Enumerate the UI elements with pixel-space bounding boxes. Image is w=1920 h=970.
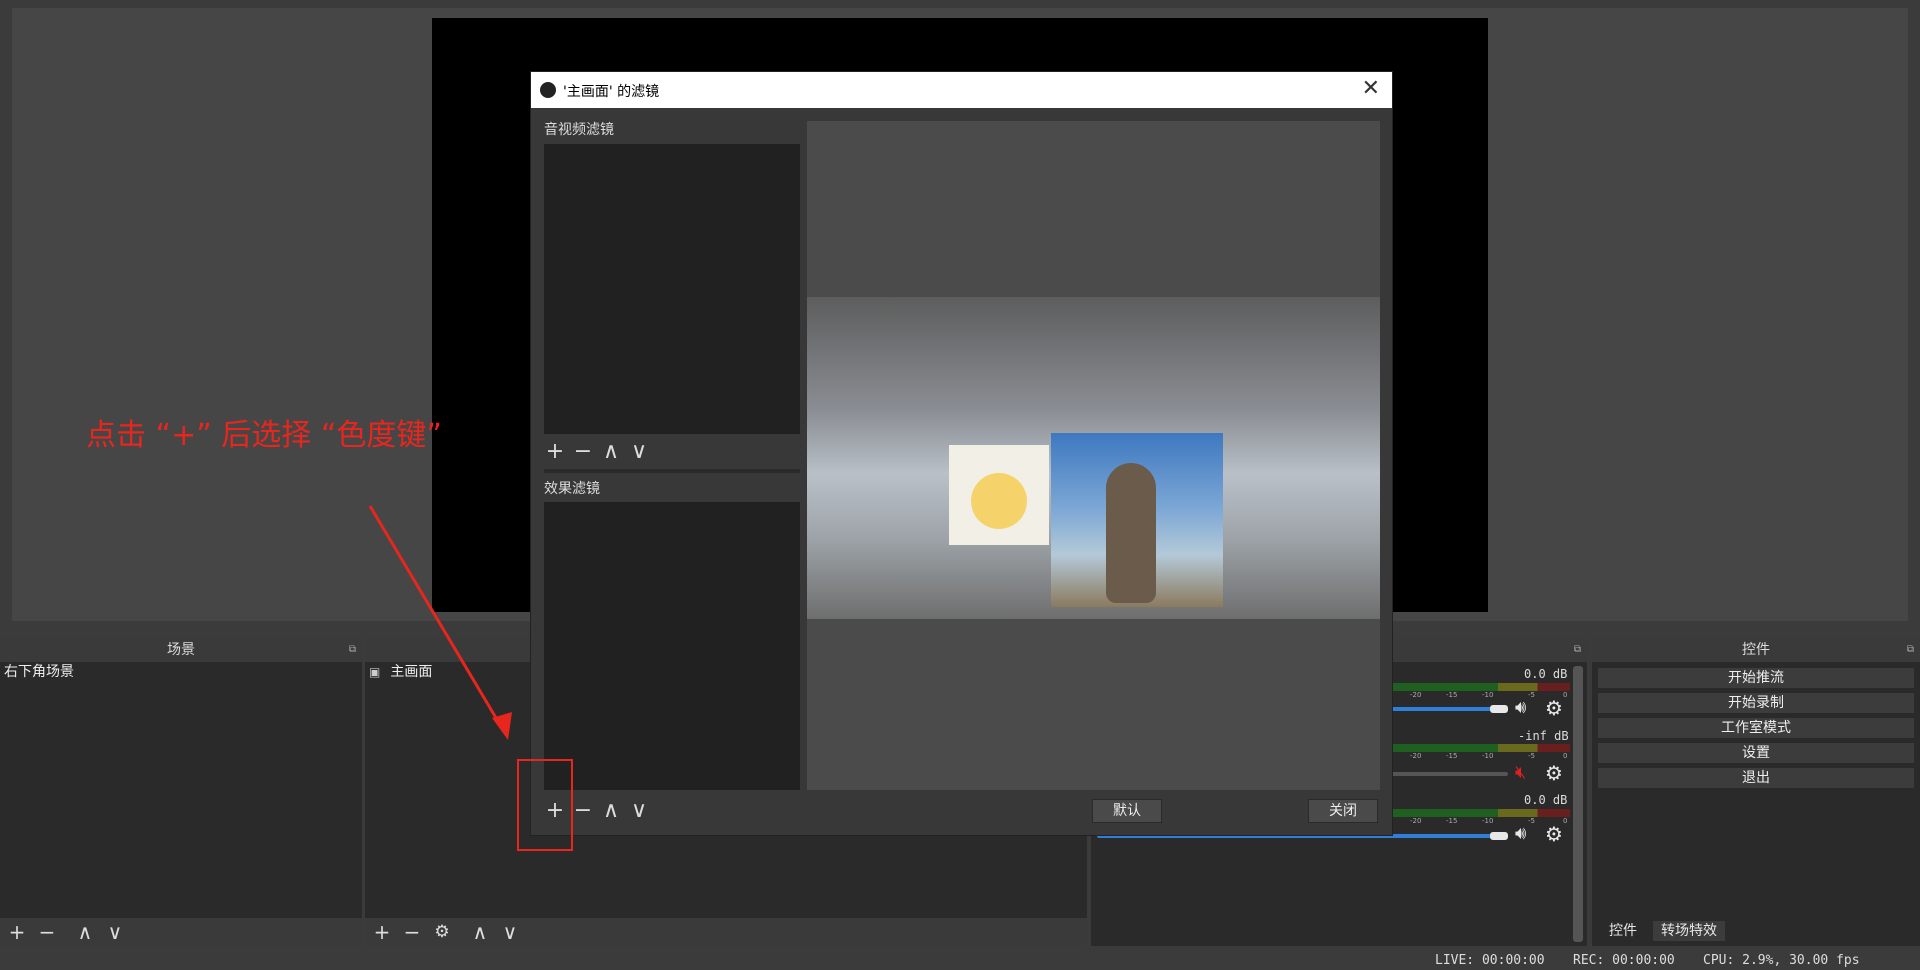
- float-icon[interactable]: ⧉: [1907, 638, 1914, 662]
- move-down-button[interactable]: ∨: [499, 918, 521, 946]
- splitter[interactable]: [544, 469, 800, 473]
- add-source-button[interactable]: +: [371, 918, 393, 946]
- channel-3-volume-knob[interactable]: [1490, 832, 1508, 840]
- dialog-title: '主画面' 的滤镜: [563, 84, 660, 100]
- live-status: LIVE: 00:00:00: [1435, 953, 1545, 968]
- sources-toolbar: + − ⚙ ∧ ∨: [365, 918, 1087, 946]
- filters-dialog: '主画面' 的滤镜 ✕ 音视频滤镜 + − ∧ ∨ 效果滤镜 + − ∧ ∨ 默…: [530, 71, 1393, 836]
- scene-item[interactable]: 右下角场景: [0, 662, 362, 682]
- close-button[interactable]: 关闭: [1308, 799, 1378, 823]
- remove-scene-button[interactable]: −: [36, 918, 58, 946]
- remove-filter-button[interactable]: −: [572, 438, 594, 466]
- channel-2-volume-slider[interactable]: [1390, 772, 1508, 776]
- channel-3-meter: [1390, 809, 1570, 817]
- scenes-dock: 场景 ⧉ 右下角场景 + − ∧ ∨: [0, 638, 362, 946]
- gear-icon[interactable]: ⚙: [1545, 761, 1563, 785]
- kangaroo-photo-image: [1051, 433, 1223, 607]
- scenes-toolbar: + − ∧ ∨: [0, 918, 362, 946]
- effect-filters-label: 效果滤镜: [544, 481, 600, 497]
- speaker-icon[interactable]: 🔊︎: [1515, 697, 1526, 718]
- studio-mode-button[interactable]: 工作室模式: [1597, 717, 1915, 739]
- start-recording-button[interactable]: 开始录制: [1597, 692, 1915, 714]
- close-icon[interactable]: ✕: [1362, 76, 1380, 101]
- cpu-status: CPU: 2.9%, 30.00 fps: [1703, 953, 1860, 968]
- start-streaming-button[interactable]: 开始推流: [1597, 667, 1915, 689]
- channel-1-meter: [1390, 683, 1570, 691]
- gear-icon[interactable]: ⚙: [1545, 696, 1563, 720]
- add-scene-button[interactable]: +: [6, 918, 28, 946]
- rec-status: REC: 00:00:00: [1573, 953, 1675, 968]
- channel-1-volume-knob[interactable]: [1490, 705, 1508, 713]
- move-up-button[interactable]: ∧: [600, 797, 622, 825]
- audio-scrollbar[interactable]: [1573, 666, 1583, 942]
- move-down-button[interactable]: ∨: [628, 797, 650, 825]
- exit-button[interactable]: 退出: [1597, 767, 1915, 789]
- move-up-button[interactable]: ∧: [74, 918, 96, 946]
- annotation-text: 点击 “+” 后选择 “色度键”: [86, 418, 442, 453]
- annotation-arrow: [368, 505, 512, 740]
- dialog-titlebar[interactable]: '主画面' 的滤镜 ✕: [531, 72, 1392, 108]
- obs-logo-icon: [540, 82, 556, 98]
- channel-2-meter: [1390, 744, 1570, 752]
- sticker-chick-image: [949, 445, 1049, 545]
- effect-filters-list[interactable]: [544, 502, 800, 790]
- channel-3-db: 0.0 dB: [1524, 793, 1568, 807]
- channel-2-db: -inf dB: [1518, 729, 1569, 743]
- tab-controls[interactable]: 控件: [1595, 921, 1651, 941]
- channel-1-db: 0.0 dB: [1524, 667, 1568, 681]
- float-icon[interactable]: ⧉: [349, 638, 356, 662]
- camera-preview-image: [807, 297, 1380, 619]
- av-filters-toolbar: + − ∧ ∨: [544, 438, 650, 466]
- annotation-highlight-box: [517, 759, 573, 851]
- remove-source-button[interactable]: −: [401, 918, 423, 946]
- controls-dock-title: 控件 ⧉: [1592, 638, 1920, 662]
- move-down-button[interactable]: ∨: [104, 918, 126, 946]
- remove-effect-filter-button[interactable]: −: [572, 797, 594, 825]
- source-properties-gear-icon[interactable]: ⚙: [431, 918, 453, 946]
- move-up-button[interactable]: ∧: [600, 438, 622, 466]
- scenes-dock-title: 场景 ⧉: [0, 638, 362, 662]
- add-filter-button[interactable]: +: [544, 438, 566, 466]
- gear-icon[interactable]: ⚙: [1545, 822, 1563, 846]
- settings-button[interactable]: 设置: [1597, 742, 1915, 764]
- speaker-icon[interactable]: 🔊︎: [1515, 823, 1526, 844]
- tab-transitions[interactable]: 转场特效: [1653, 921, 1725, 941]
- muted-speaker-icon[interactable]: 🔇︎: [1515, 762, 1526, 783]
- av-filters-list[interactable]: [544, 144, 800, 434]
- default-button[interactable]: 默认: [1092, 799, 1162, 823]
- move-down-button[interactable]: ∨: [628, 438, 650, 466]
- move-up-button[interactable]: ∧: [469, 918, 491, 946]
- float-icon[interactable]: ⧉: [1574, 638, 1581, 662]
- av-filters-label: 音视频滤镜: [544, 122, 614, 138]
